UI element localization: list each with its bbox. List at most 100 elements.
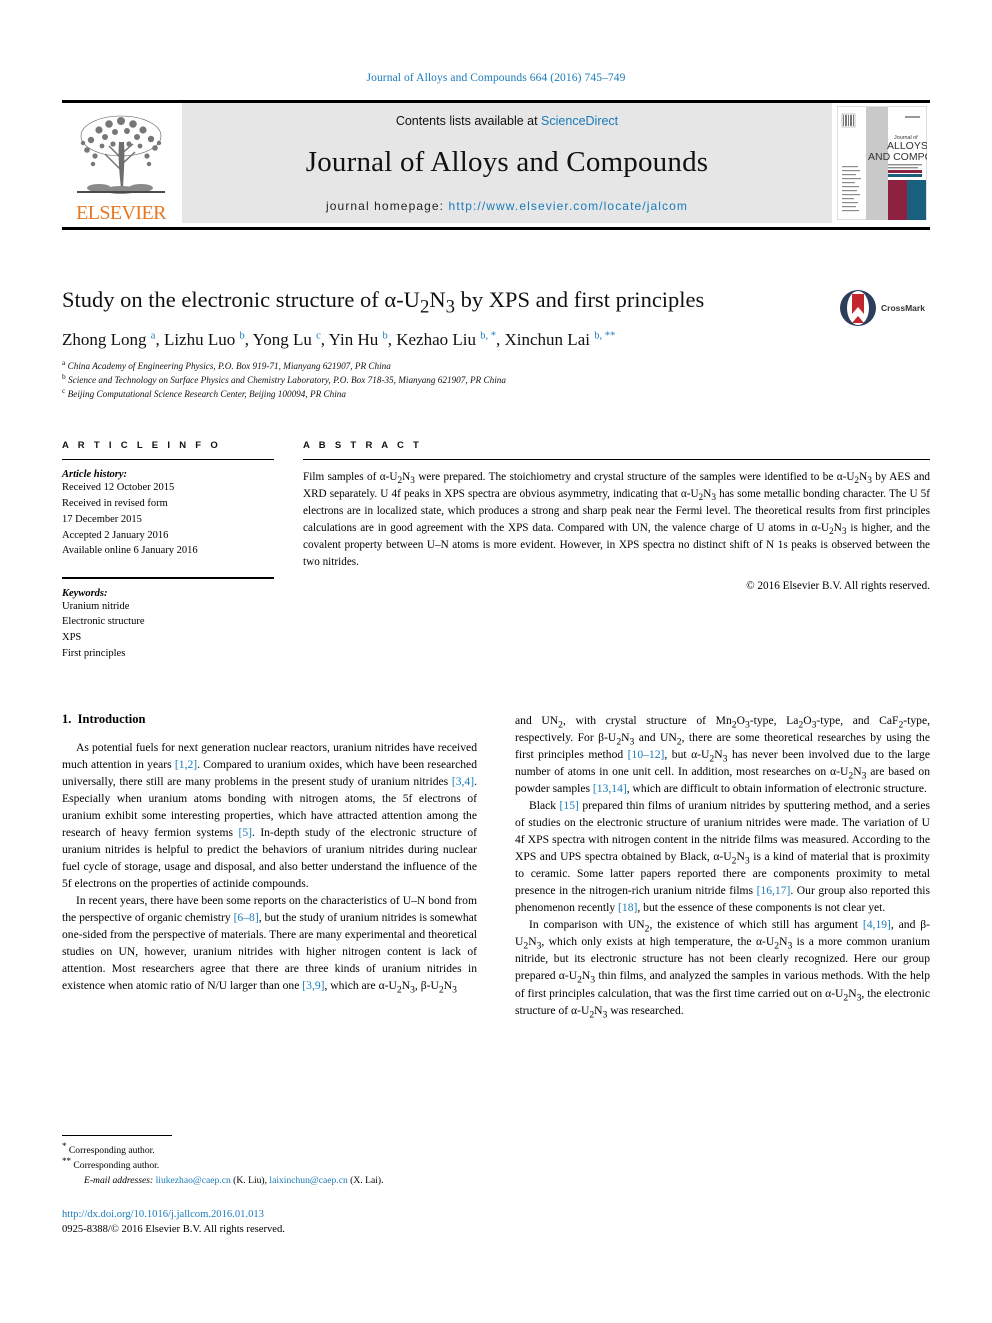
title-block: Study on the electronic structure of α-U… bbox=[62, 286, 930, 402]
email-owner-2: (X. Lai) bbox=[350, 1174, 382, 1186]
corresponding-author-note-2: ** Corresponding author. bbox=[62, 1156, 477, 1173]
author-name: Xinchun Lai bbox=[504, 330, 590, 349]
crossmark-label: CrossMark bbox=[881, 303, 925, 313]
section-number: 1. bbox=[62, 712, 72, 726]
affiliation-item: c Beijing Computational Science Research… bbox=[62, 385, 930, 402]
abstract-rule bbox=[303, 459, 930, 461]
title-sub-1: 2 bbox=[419, 296, 430, 318]
keyword-item: Electronic structure bbox=[62, 616, 145, 628]
history-item: 17 December 2015 bbox=[62, 513, 142, 525]
author-item: Kezhao Liu b, * bbox=[396, 330, 496, 349]
paragraph: Black [15] prepared thin films of uraniu… bbox=[515, 799, 930, 915]
body-column-left: 1. Introduction As potential fuels for n… bbox=[62, 712, 477, 1019]
author-list: Zhong Long a, Lizhu Luo b, Yong Lu c, Yi… bbox=[62, 330, 616, 349]
crossmark-icon bbox=[840, 290, 876, 326]
author-name: Lizhu Luo bbox=[163, 330, 236, 349]
affiliation-text: China Academy of Engineering Physics, P.… bbox=[67, 361, 391, 372]
author-affil-mark: b, * bbox=[480, 330, 497, 342]
author-item: Lizhu Luo b bbox=[164, 330, 245, 349]
author-affil-mark: c bbox=[316, 330, 321, 342]
affiliation-mark: b bbox=[62, 371, 66, 381]
affiliation-item: a China Academy of Engineering Physics, … bbox=[62, 358, 930, 374]
doi-link[interactable]: http://dx.doi.org/10.1016/j.jallcom.2016… bbox=[62, 1207, 562, 1222]
section-heading: 1. Introduction bbox=[62, 712, 477, 727]
keywords-list: Uranium nitride Electronic structure XPS… bbox=[62, 599, 274, 662]
footnote-mark: * bbox=[62, 1141, 67, 1151]
issn-copyright-line: 0925-8388/© 2016 Elsevier B.V. All right… bbox=[62, 1224, 285, 1236]
homepage-prefix: journal homepage: bbox=[326, 198, 449, 213]
abstract-copyright: © 2016 Elsevier B.V. All rights reserved… bbox=[746, 580, 930, 593]
history-item: Available online 6 January 2016 bbox=[62, 545, 198, 557]
homepage-url-link[interactable]: http://www.elsevier.com/locate/jalcom bbox=[449, 199, 688, 213]
title-part-mid: N bbox=[429, 287, 446, 312]
crossmark-badge[interactable]: CrossMark bbox=[838, 286, 930, 330]
journal-homepage-line: journal homepage: http://www.elsevier.co… bbox=[326, 199, 688, 213]
email-owner-1: (K. Liu) bbox=[233, 1174, 265, 1186]
author-item: Yin Hu b bbox=[329, 330, 388, 349]
elsevier-wordmark: ELSEVIER bbox=[76, 202, 166, 224]
journal-masthead: ELSEVIER Contents lists available at Sci… bbox=[62, 100, 930, 230]
journal-cover-thumbnail: Journal of ALLOYS AND COMPOUNDS bbox=[834, 103, 930, 223]
history-item: Received 12 October 2015 bbox=[62, 482, 175, 494]
body-column-right: and UN2, with crystal structure of Mn2O3… bbox=[515, 712, 930, 1019]
contents-available-line: Contents lists available at ScienceDirec… bbox=[396, 114, 618, 128]
email-link-2[interactable]: laixinchun@caep.cn bbox=[269, 1175, 347, 1186]
article-info-heading: A R T I C L E I N F O bbox=[62, 440, 222, 451]
history-item: Accepted 2 January 2016 bbox=[62, 529, 169, 541]
email-addresses-note: E-mail addresses: liukezhao@caep.cn (K. … bbox=[84, 1174, 384, 1186]
abstract-column: A B S T R A C T Film samples of α-U2N3 w… bbox=[303, 440, 930, 662]
elsevier-tree-icon bbox=[77, 115, 165, 194]
title-sub-2: 3 bbox=[445, 296, 455, 318]
body-columns: 1. Introduction As potential fuels for n… bbox=[62, 712, 930, 1019]
article-history-list: Received 12 October 2015 Received in rev… bbox=[62, 480, 274, 559]
masthead-center-panel: Contents lists available at ScienceDirec… bbox=[182, 103, 832, 223]
affiliation-text: Science and Technology on Surface Physic… bbox=[68, 375, 506, 386]
paragraph: and UN2, with crystal structure of Mn2O3… bbox=[515, 714, 931, 796]
keyword-item: Uranium nitride bbox=[62, 600, 130, 612]
paragraph: In recent years, there have been some re… bbox=[62, 894, 477, 996]
elsevier-logo: ELSEVIER bbox=[62, 103, 180, 223]
article-info-rule bbox=[62, 459, 274, 461]
paper-page: Journal of Alloys and Compounds 664 (201… bbox=[0, 0, 992, 1323]
journal-cover-image: Journal of ALLOYS AND COMPOUNDS bbox=[837, 106, 927, 220]
article-history-label: Article history: bbox=[62, 469, 128, 481]
author-affil-mark: b bbox=[239, 330, 245, 342]
title-part-before: Study on the electronic structure of α-U bbox=[62, 287, 420, 312]
footnote-text: Corresponding author. bbox=[68, 1145, 155, 1157]
author-item: Zhong Long a bbox=[62, 330, 155, 349]
abstract-heading: A B S T R A C T bbox=[303, 440, 423, 451]
history-item: Received in revised form bbox=[62, 498, 168, 510]
footnote-text: Corresponding author. bbox=[73, 1159, 160, 1171]
svg-text:AND COMPOUNDS: AND COMPOUNDS bbox=[868, 151, 927, 163]
footnote-rule bbox=[62, 1135, 172, 1137]
footer-block: http://dx.doi.org/10.1016/j.jallcom.2016… bbox=[62, 1207, 562, 1238]
sciencedirect-link[interactable]: ScienceDirect bbox=[541, 114, 618, 128]
article-info-column: A R T I C L E I N F O Article history: R… bbox=[62, 440, 274, 662]
running-head: Journal of Alloys and Compounds 664 (201… bbox=[366, 72, 626, 84]
affiliation-list: a China Academy of Engineering Physics, … bbox=[62, 358, 930, 402]
author-name: Kezhao Liu bbox=[396, 330, 477, 349]
author-affil-mark: b, ** bbox=[594, 330, 616, 342]
affiliation-text: Beijing Computational Science Research C… bbox=[67, 388, 346, 399]
masthead-bottom-rule bbox=[62, 227, 930, 230]
affiliation-item: b Science and Technology on Surface Phys… bbox=[62, 371, 930, 388]
section-title: Introduction bbox=[77, 712, 146, 726]
paragraph: In comparison with UN2, the existence of… bbox=[515, 918, 930, 1020]
corresponding-author-note-1: * Corresponding author. bbox=[62, 1141, 477, 1158]
keywords-rule bbox=[62, 577, 274, 579]
author-affil-mark: a bbox=[150, 330, 156, 342]
info-abstract-block: A R T I C L E I N F O Article history: R… bbox=[62, 440, 930, 662]
author-name: Yong Lu bbox=[252, 330, 312, 349]
journal-title: Journal of Alloys and Compounds bbox=[305, 145, 709, 178]
title-part-after: by XPS and first principles bbox=[454, 287, 705, 312]
affiliation-mark: a bbox=[62, 358, 66, 368]
email-label: E-mail addresses: bbox=[84, 1174, 154, 1186]
email-link-1[interactable]: liukezhao@caep.cn bbox=[156, 1175, 231, 1186]
page-title: Study on the electronic structure of α-U… bbox=[62, 286, 930, 316]
author-name: Yin Hu bbox=[328, 330, 379, 349]
author-affil-mark: b bbox=[382, 330, 388, 342]
contents-prefix: Contents lists available at bbox=[395, 113, 542, 128]
affiliation-mark: c bbox=[62, 385, 66, 395]
keyword-item: First principles bbox=[62, 647, 126, 659]
keyword-item: XPS bbox=[62, 632, 82, 644]
